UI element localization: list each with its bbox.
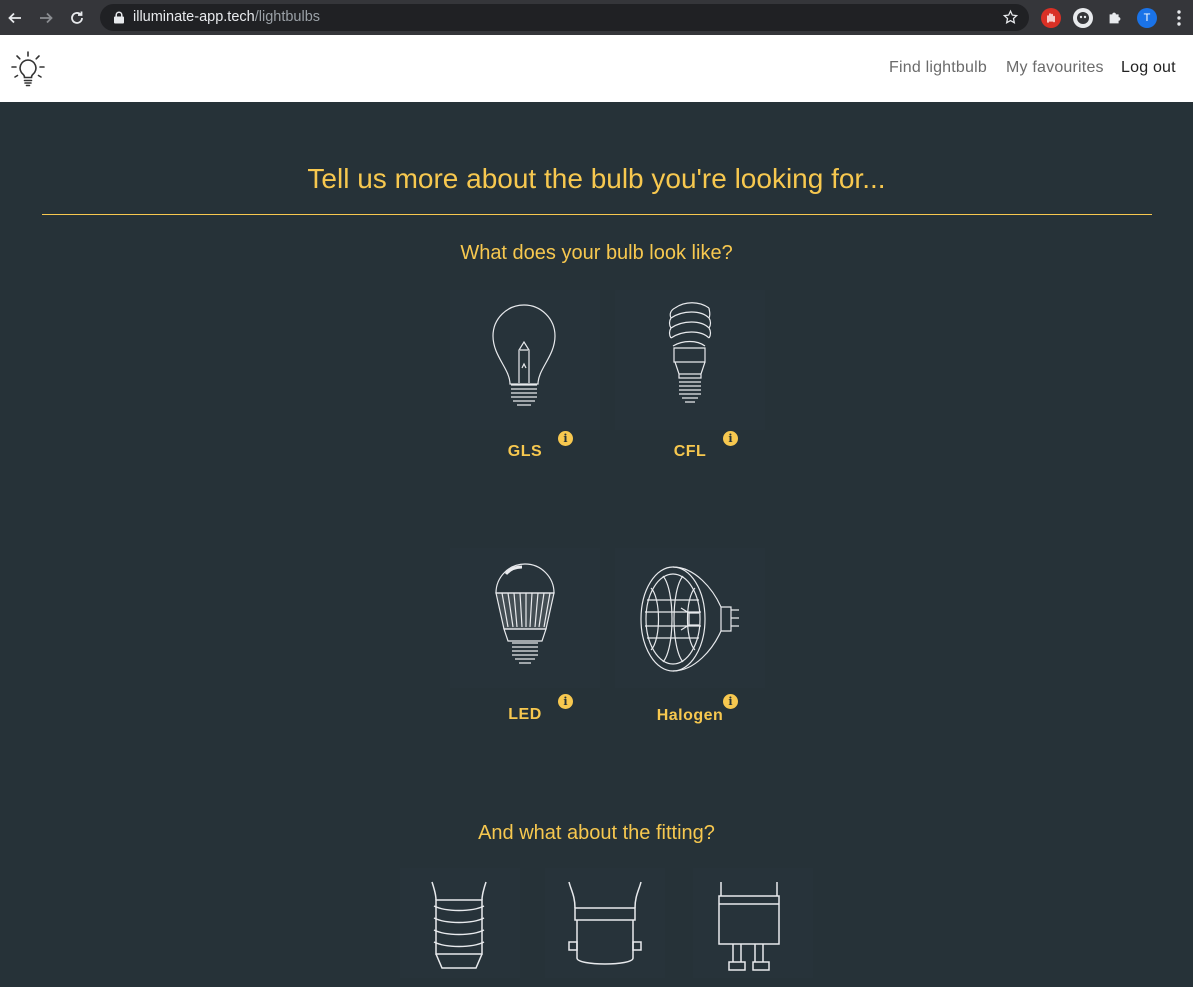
more-menu-icon[interactable] [1176,9,1182,27]
fitting-question: And what about the fitting? [478,822,715,844]
shape-label-halogen: Halogen [656,707,724,724]
profile-avatar[interactable]: T [1137,8,1157,28]
nav-log-out[interactable]: Log out [1121,59,1176,77]
info-icon[interactable]: i [558,694,573,709]
page-title: Tell us more about the bulb you're looki… [307,163,886,194]
bookmark-star-icon[interactable] [1002,9,1019,26]
fitting-option-pin[interactable] [693,868,813,978]
back-arrow-icon [8,12,21,24]
info-icon[interactable]: i [558,431,573,446]
url-path: /lightbulbs [254,9,321,25]
halogen-bulb-icon [640,566,739,672]
puzzle-icon [1109,12,1121,24]
reload-button[interactable] [66,7,88,29]
bayonet-fitting-icon [568,881,642,965]
shape-question: What does your bulb look like? [460,242,733,264]
screw-fitting-icon [431,881,487,969]
shape-option-gls[interactable] [450,290,600,430]
fitting-option-bayonet[interactable] [545,868,665,978]
extensions-puzzle-icon[interactable] [1105,8,1125,28]
shape-option-led[interactable] [450,548,600,688]
url-text: illuminate-app.tech/lightbulbs [133,9,320,25]
info-icon[interactable]: i [723,431,738,446]
shape-option-cfl[interactable] [615,290,765,430]
led-bulb-icon [495,563,555,664]
pin-fitting-icon [718,882,780,971]
browser-toolbar: illuminate-app.tech/lightbulbs T [0,0,1193,35]
back-button[interactable] [4,7,26,29]
url-host: illuminate-app.tech [133,9,255,25]
reload-icon [71,11,83,24]
forward-arrow-icon [40,12,53,24]
lock-icon [114,11,124,24]
adblock-extension-icon[interactable] [1041,8,1061,28]
info-icon[interactable]: i [723,694,738,709]
address-bar[interactable]: illuminate-app.tech/lightbulbs [100,4,1029,31]
gls-bulb-icon [492,304,556,406]
hand-stop-icon [1047,13,1055,23]
ghost-extension-icon[interactable] [1073,8,1093,28]
title-divider [42,214,1152,215]
forward-button[interactable] [35,7,57,29]
ghost-icon [1077,12,1089,24]
app-header: Find lightbulb My favourites Log out [0,35,1193,102]
shape-option-halogen[interactable] [615,548,765,688]
lightbulb-icon[interactable] [10,50,46,88]
cfl-bulb-icon [668,302,712,403]
fitting-option-screw[interactable] [400,868,520,978]
nav-find-lightbulb[interactable]: Find lightbulb [889,59,987,77]
nav-my-favourites[interactable]: My favourites [1006,59,1104,77]
